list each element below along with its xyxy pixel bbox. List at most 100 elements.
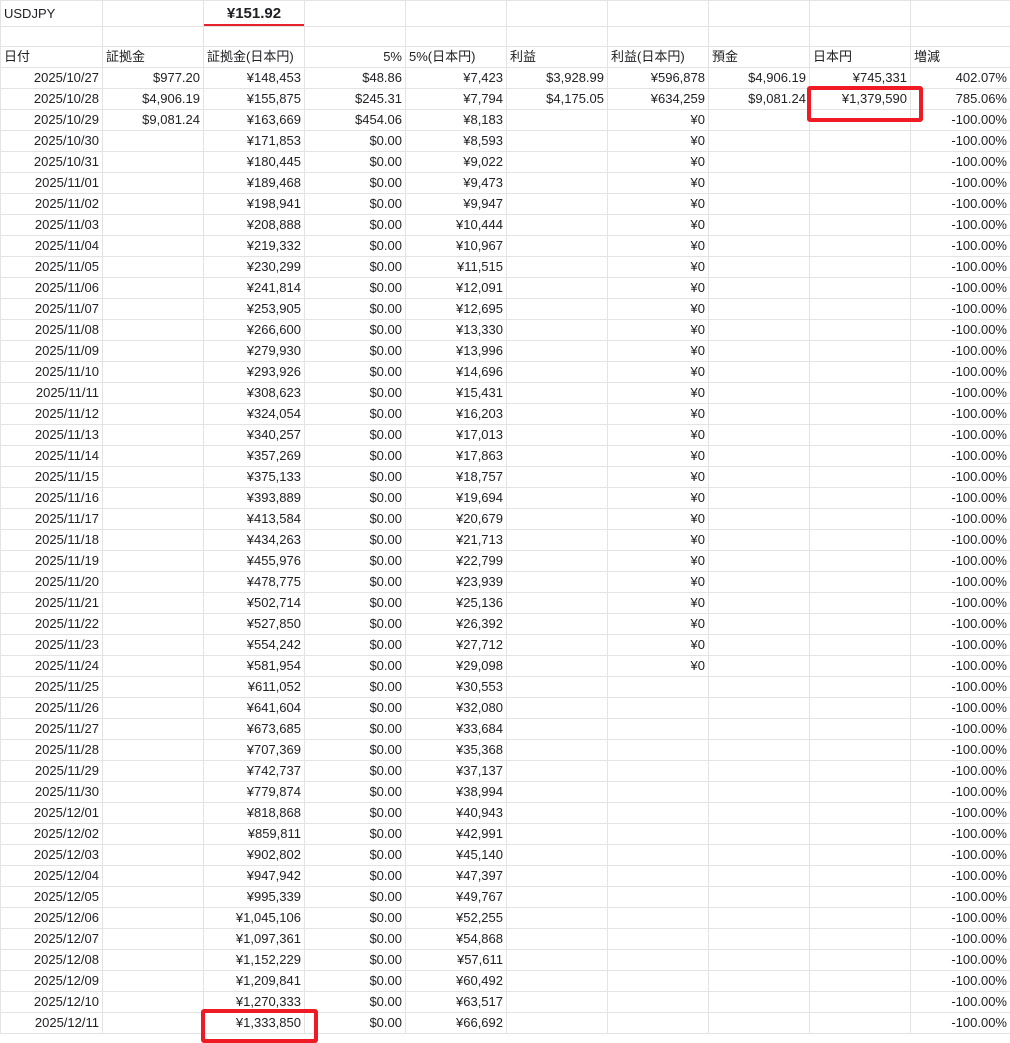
cell-change[interactable]: -100.00%: [911, 992, 1010, 1013]
cell-deposit-usd[interactable]: [709, 929, 810, 950]
cell-five-percent-jpy[interactable]: ¥17,863: [406, 446, 507, 467]
cell-margin-usd[interactable]: [103, 929, 204, 950]
cell-profit-jpy[interactable]: ¥0: [608, 572, 709, 593]
cell-date[interactable]: 2025/12/07: [1, 929, 103, 950]
cell-deposit-jpy[interactable]: [810, 404, 911, 425]
cell-margin-jpy[interactable]: ¥189,468: [204, 173, 305, 194]
cell-margin-jpy[interactable]: ¥742,737: [204, 761, 305, 782]
cell-date[interactable]: 2025/11/12: [1, 404, 103, 425]
cell-date[interactable]: 2025/12/03: [1, 845, 103, 866]
cell-profit-usd[interactable]: [507, 929, 608, 950]
cell-deposit-jpy[interactable]: [810, 740, 911, 761]
cell-deposit-usd[interactable]: [709, 803, 810, 824]
cell-deposit-usd[interactable]: [709, 131, 810, 152]
cell-deposit-usd[interactable]: [709, 530, 810, 551]
cell-change[interactable]: 785.06%: [911, 89, 1010, 110]
cell-date[interactable]: 2025/11/11: [1, 383, 103, 404]
cell-profit-jpy[interactable]: ¥0: [608, 320, 709, 341]
cell-change[interactable]: -100.00%: [911, 236, 1010, 257]
cell-change[interactable]: -100.00%: [911, 320, 1010, 341]
cell-five-percent-usd[interactable]: $0.00: [305, 572, 406, 593]
cell-profit-jpy[interactable]: [608, 677, 709, 698]
cell-deposit-usd[interactable]: [709, 257, 810, 278]
cell-five-percent-usd[interactable]: $0.00: [305, 236, 406, 257]
cell-deposit-usd[interactable]: [709, 719, 810, 740]
cell-date[interactable]: 2025/11/13: [1, 425, 103, 446]
cell-margin-usd[interactable]: [103, 866, 204, 887]
cell-date[interactable]: 2025/11/30: [1, 782, 103, 803]
cell-five-percent-jpy[interactable]: ¥60,492: [406, 971, 507, 992]
cell-five-percent-jpy[interactable]: ¥57,611: [406, 950, 507, 971]
cell-five-percent-usd[interactable]: $0.00: [305, 698, 406, 719]
cell-margin-usd[interactable]: [103, 257, 204, 278]
cell-margin-jpy[interactable]: ¥502,714: [204, 593, 305, 614]
cell-deposit-usd[interactable]: [709, 194, 810, 215]
empty-cell[interactable]: [608, 27, 709, 47]
cell-five-percent-jpy[interactable]: ¥26,392: [406, 614, 507, 635]
cell-profit-jpy[interactable]: [608, 782, 709, 803]
cell-five-percent-usd[interactable]: $0.00: [305, 740, 406, 761]
cell-profit-usd[interactable]: [507, 572, 608, 593]
cell-deposit-usd[interactable]: [709, 488, 810, 509]
cell-margin-jpy[interactable]: ¥434,263: [204, 530, 305, 551]
cell-five-percent-usd[interactable]: $0.00: [305, 551, 406, 572]
cell-five-percent-usd[interactable]: $0.00: [305, 908, 406, 929]
cell-profit-jpy[interactable]: ¥0: [608, 551, 709, 572]
cell-date[interactable]: 2025/11/16: [1, 488, 103, 509]
cell-margin-jpy[interactable]: ¥413,584: [204, 509, 305, 530]
cell-margin-usd[interactable]: [103, 950, 204, 971]
cell-date[interactable]: 2025/11/29: [1, 761, 103, 782]
cell-deposit-usd[interactable]: [709, 656, 810, 677]
cell-five-percent-usd[interactable]: $0.00: [305, 593, 406, 614]
empty-cell[interactable]: [709, 1, 810, 27]
cell-deposit-jpy[interactable]: [810, 950, 911, 971]
cell-profit-jpy[interactable]: [608, 992, 709, 1013]
cell-change[interactable]: -100.00%: [911, 362, 1010, 383]
cell-five-percent-jpy[interactable]: ¥54,868: [406, 929, 507, 950]
cell-five-percent-usd[interactable]: $0.00: [305, 341, 406, 362]
cell-date[interactable]: 2025/11/03: [1, 215, 103, 236]
cell-five-percent-usd[interactable]: $0.00: [305, 656, 406, 677]
cell-date[interactable]: 2025/11/09: [1, 341, 103, 362]
cell-five-percent-jpy[interactable]: ¥10,967: [406, 236, 507, 257]
cell-margin-jpy[interactable]: ¥641,604: [204, 698, 305, 719]
cell-margin-usd[interactable]: $977.20: [103, 68, 204, 89]
cell-deposit-jpy[interactable]: [810, 383, 911, 404]
cell-deposit-usd[interactable]: [709, 173, 810, 194]
cell-profit-usd[interactable]: $4,175.05: [507, 89, 608, 110]
cell-change[interactable]: -100.00%: [911, 152, 1010, 173]
cell-five-percent-usd[interactable]: $245.31: [305, 89, 406, 110]
cell-change[interactable]: -100.00%: [911, 530, 1010, 551]
cell-five-percent-usd[interactable]: $0.00: [305, 761, 406, 782]
cell-profit-jpy[interactable]: ¥0: [608, 341, 709, 362]
cell-deposit-jpy[interactable]: [810, 992, 911, 1013]
cell-margin-jpy[interactable]: ¥308,623: [204, 383, 305, 404]
cell-profit-jpy[interactable]: ¥0: [608, 530, 709, 551]
cell-deposit-usd[interactable]: [709, 551, 810, 572]
cell-date[interactable]: 2025/10/27: [1, 68, 103, 89]
cell-date[interactable]: 2025/12/10: [1, 992, 103, 1013]
cell-profit-usd[interactable]: [507, 362, 608, 383]
cell-date[interactable]: 2025/11/22: [1, 614, 103, 635]
cell-date[interactable]: 2025/12/01: [1, 803, 103, 824]
cell-profit-jpy[interactable]: [608, 971, 709, 992]
cell-profit-usd[interactable]: [507, 656, 608, 677]
cell-profit-usd[interactable]: [507, 593, 608, 614]
cell-deposit-jpy[interactable]: [810, 152, 911, 173]
cell-profit-usd[interactable]: [507, 278, 608, 299]
cell-margin-jpy[interactable]: ¥1,045,106: [204, 908, 305, 929]
cell-change[interactable]: -100.00%: [911, 740, 1010, 761]
cell-deposit-usd[interactable]: [709, 152, 810, 173]
cell-margin-usd[interactable]: [103, 404, 204, 425]
cell-five-percent-usd[interactable]: $0.00: [305, 803, 406, 824]
header-margin-usd[interactable]: 証拠金: [103, 47, 204, 68]
empty-cell[interactable]: [305, 27, 406, 47]
cell-profit-jpy[interactable]: [608, 950, 709, 971]
cell-five-percent-usd[interactable]: $0.00: [305, 782, 406, 803]
cell-margin-usd[interactable]: [103, 467, 204, 488]
cell-deposit-usd[interactable]: [709, 866, 810, 887]
cell-margin-jpy[interactable]: ¥393,889: [204, 488, 305, 509]
cell-five-percent-usd[interactable]: $0.00: [305, 950, 406, 971]
cell-profit-usd[interactable]: [507, 488, 608, 509]
cell-deposit-usd[interactable]: [709, 677, 810, 698]
